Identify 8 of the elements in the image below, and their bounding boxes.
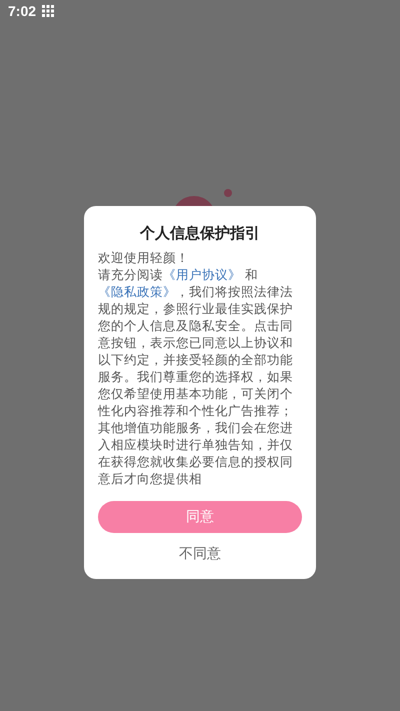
dialog-title: 个人信息保护指引	[138, 224, 261, 243]
status-time: 7:02	[8, 3, 36, 19]
policy-link[interactable]: 《隐私政策》	[98, 284, 176, 299]
grid-icon	[42, 5, 54, 17]
greeting-text: 欢迎使用轻颜！	[98, 249, 190, 266]
disagree-button[interactable]: 不同意	[171, 541, 229, 567]
policy-link[interactable]: 《用户协议》	[163, 267, 241, 282]
agreement-paragraph: 请充分阅读《用户协议》 和 《隐私政策》，我们将按照法律法规的规定，参照行业最佳实践保护您的个人信息及隐私安全。点击同意按钮，表示您已同意以上协议和以下约定，并接受轻颜的全部功能服务。我们尊重您的选择权，如果您仅希望使用基本功能，可关闭个性化内容推荐和个性化广告推荐；其他增值功能服务，我们会在您进入相应模块时进行单独告知，并仅在获得您就收集必要信息的授权同意后才向您提供相	[98, 266, 294, 487]
